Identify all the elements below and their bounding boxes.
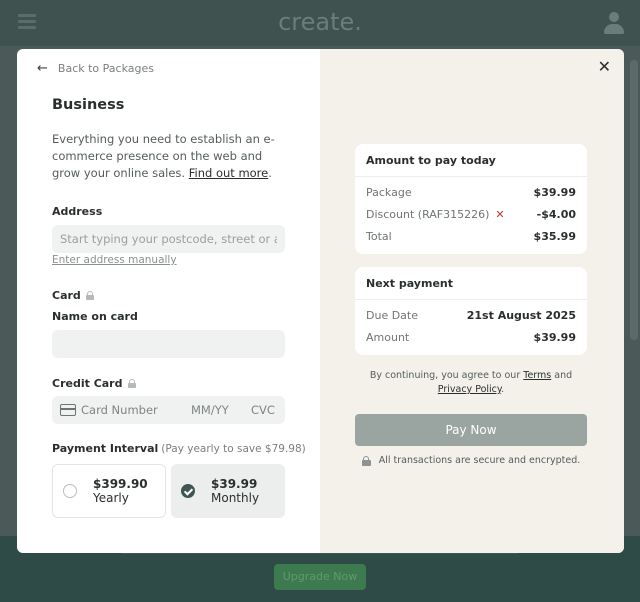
name-on-card-label: Name on card	[52, 310, 138, 323]
remove-discount-icon[interactable]: ✕	[495, 208, 504, 221]
discount-label-group: Discount (RAF315226) ✕	[366, 204, 505, 226]
card-label: Card	[52, 289, 81, 302]
row-label: Discount (RAF315226)	[366, 208, 490, 221]
interval-option-monthly[interactable]: $39.99 Monthly	[171, 464, 285, 518]
lock-icon	[361, 455, 371, 466]
yearly-savings-note: (Pay yearly to save $79.98)	[161, 443, 306, 455]
row-value: $39.99	[533, 186, 576, 199]
yearly-label: Yearly	[93, 491, 129, 505]
payment-interval-label: Payment Interval (Pay yearly to save $79.…	[52, 442, 306, 455]
next-payment-title: Next payment	[355, 267, 587, 300]
credit-card-icon	[60, 404, 76, 416]
find-out-more-link[interactable]: Find out more	[189, 166, 269, 180]
summary-row-total: Total $35.99	[355, 226, 587, 248]
pay-now-button[interactable]: Pay Now	[355, 414, 587, 446]
app-logo: create.	[278, 8, 362, 36]
lock-icon	[127, 379, 136, 388]
arrow-left-icon: ←	[37, 61, 48, 76]
row-value: $35.99	[533, 230, 576, 243]
order-summary-panel: ✕ Amount to pay today Package $39.99 Dis…	[320, 49, 624, 553]
credit-card-field[interactable]: Card Number MM/YY CVC	[52, 396, 285, 424]
row-value: $39.99	[533, 331, 576, 344]
secure-text: All transactions are secure and encrypte…	[378, 455, 581, 466]
payment-interval-title: Payment Interval	[52, 442, 159, 455]
lock-icon	[85, 291, 94, 300]
summary-row-due-date: Due Date 21st August 2025	[355, 305, 587, 327]
terms-suffix: .	[501, 384, 505, 395]
card-cvc-input[interactable]: CVC	[251, 403, 277, 417]
checkout-modal: ← Back to Packages Business Everything y…	[17, 49, 624, 553]
address-label: Address	[52, 205, 103, 218]
summary-row-discount: Discount (RAF315226) ✕ -$4.00	[355, 204, 587, 226]
next-payment-card: Next payment Due Date 21st August 2025 A…	[355, 267, 587, 355]
yearly-price: $399.90	[93, 477, 148, 491]
row-label: Due Date	[366, 309, 418, 322]
summary-row-package: Package $39.99	[355, 182, 587, 204]
row-label: Amount	[366, 331, 410, 344]
terms-notice: By continuing, you agree to our Terms an…	[355, 369, 587, 397]
back-label: Back to Packages	[57, 62, 154, 75]
name-on-card-input[interactable]	[52, 330, 285, 358]
scrollbar[interactable]	[630, 60, 638, 340]
terms-and: and	[554, 370, 573, 381]
monthly-label: Monthly	[211, 491, 260, 505]
interval-option-yearly[interactable]: $399.90 Yearly	[52, 464, 166, 518]
row-label: Package	[366, 186, 412, 199]
privacy-policy-link[interactable]: Privacy Policy	[438, 384, 501, 395]
card-section-label: Card	[52, 289, 94, 302]
terms-link[interactable]: Terms	[523, 370, 551, 381]
enter-address-manually-link[interactable]: Enter address manually	[52, 254, 177, 266]
plan-title: Business	[52, 97, 125, 113]
radio-checked-icon[interactable]	[181, 484, 195, 498]
row-value: 21st August 2025	[466, 309, 576, 322]
card-number-input[interactable]: Card Number	[81, 403, 191, 417]
row-label: Total	[366, 230, 392, 243]
secure-notice: All transactions are secure and encrypte…	[355, 455, 587, 466]
radio-unchecked-icon[interactable]	[63, 484, 77, 498]
row-value: -$4.00	[536, 208, 576, 221]
summary-row-amount: Amount $39.99	[355, 327, 587, 349]
checkout-form-panel: ← Back to Packages Business Everything y…	[17, 49, 320, 553]
upgrade-button[interactable]: Upgrade Now	[274, 564, 366, 590]
monthly-price: $39.99	[211, 477, 258, 491]
credit-card-section-label: Credit Card	[52, 377, 136, 390]
address-input[interactable]	[52, 225, 285, 253]
plan-description: Everything you need to establish an e-co…	[52, 132, 275, 180]
amount-today-card: Amount to pay today Package $39.99 Disco…	[355, 144, 587, 254]
card-expiry-input[interactable]: MM/YY	[191, 403, 251, 417]
terms-prefix: By continuing, you agree to our	[369, 370, 521, 381]
amount-today-title: Amount to pay today	[355, 144, 587, 177]
credit-card-label: Credit Card	[52, 377, 123, 390]
close-icon[interactable]: ✕	[598, 59, 611, 75]
user-icon[interactable]	[604, 12, 624, 34]
back-to-packages-link[interactable]: ← Back to Packages	[37, 61, 154, 76]
